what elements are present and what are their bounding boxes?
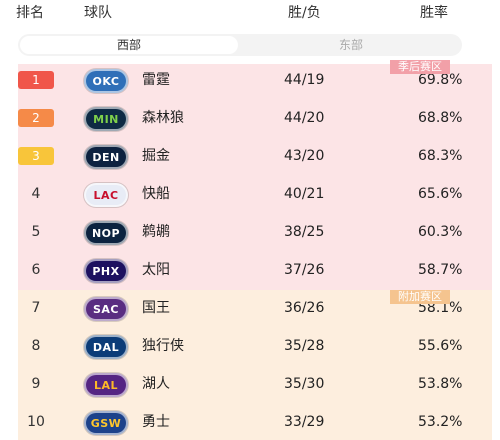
team-logo-icon: DAL (84, 335, 128, 359)
win-percentage: 53.8% (418, 376, 463, 392)
win-pct-column-header: 胜率 (420, 5, 448, 21)
table-row[interactable]: 4 LAC 快船 40/21 65.6% (0, 176, 500, 214)
tab-east[interactable]: 东部 (242, 36, 460, 54)
win-loss-record: 37/26 (284, 262, 325, 278)
rank-number: 7 (31, 300, 41, 316)
win-loss-column-header: 胜/负 (288, 5, 321, 21)
team-name[interactable]: 雷霆 (142, 71, 170, 89)
team-name[interactable]: 勇士 (142, 413, 170, 431)
rank-number: 9 (31, 376, 41, 392)
team-column-header: 球队 (84, 5, 112, 21)
team-name[interactable]: 太阳 (142, 261, 170, 279)
team-logo-icon: LAL (84, 373, 128, 397)
team-logo-icon: OKC (84, 69, 128, 93)
playoff-zone-badge: 季后赛区 (390, 60, 450, 74)
conference-tabs: 西部 东部 (18, 34, 462, 56)
win-loss-record: 44/19 (284, 72, 325, 88)
tab-west[interactable]: 西部 (20, 36, 238, 54)
team-logo-icon: PHX (84, 259, 128, 283)
win-loss-record: 35/30 (284, 376, 325, 392)
team-logo-icon: NOP (84, 221, 128, 245)
win-percentage: 58.7% (418, 262, 463, 278)
team-name[interactable]: 森林狼 (142, 109, 184, 127)
rank-column-header: 排名 (16, 5, 44, 21)
rank-number: 6 (31, 262, 41, 278)
team-name[interactable]: 国王 (142, 299, 170, 317)
team-name[interactable]: 独行侠 (142, 337, 184, 355)
team-logo-icon: SAC (84, 297, 128, 321)
win-loss-record: 40/21 (284, 186, 325, 202)
rank-number: 10 (27, 414, 45, 430)
table-row[interactable]: 2 MIN 森林狼 44/20 68.8% (0, 100, 500, 138)
table-header: 排名 球队 胜/负 胜率 (0, 0, 500, 22)
win-loss-record: 35/28 (284, 338, 325, 354)
table-row[interactable]: 10 GSW 勇士 33/29 53.2% (0, 404, 500, 440)
win-percentage: 53.2% (418, 414, 463, 430)
win-loss-record: 43/20 (284, 148, 325, 164)
win-loss-record: 36/26 (284, 300, 325, 316)
table-row[interactable]: 5 NOP 鹈鹕 38/25 60.3% (0, 214, 500, 252)
team-logo-icon: LAC (84, 183, 128, 207)
win-percentage: 68.8% (418, 110, 463, 126)
win-percentage: 60.3% (418, 224, 463, 240)
table-row[interactable]: 8 DAL 独行侠 35/28 55.6% (0, 328, 500, 366)
team-logo-icon: DEN (84, 145, 128, 169)
team-logo-icon: MIN (84, 107, 128, 131)
table-row[interactable]: 3 DEN 掘金 43/20 68.3% (0, 138, 500, 176)
rank-number: 5 (31, 224, 41, 240)
table-row[interactable]: 6 PHX 太阳 37/26 58.7% (0, 252, 500, 290)
win-percentage: 68.3% (418, 148, 463, 164)
rank-number: 4 (31, 186, 41, 202)
team-logo-icon: GSW (84, 411, 128, 435)
win-loss-record: 38/25 (284, 224, 325, 240)
win-loss-record: 33/29 (284, 414, 325, 430)
team-name[interactable]: 掘金 (142, 147, 170, 165)
win-percentage: 55.6% (418, 338, 463, 354)
rank-badge: 3 (18, 147, 54, 165)
win-loss-record: 44/20 (284, 110, 325, 126)
rank-badge: 1 (18, 71, 54, 89)
win-percentage: 65.6% (418, 186, 463, 202)
rank-number: 8 (31, 338, 41, 354)
team-name[interactable]: 鹈鹕 (142, 223, 170, 241)
table-row[interactable]: 9 LAL 湖人 35/30 53.8% (0, 366, 500, 404)
team-name[interactable]: 湖人 (142, 375, 170, 393)
play-in-zone-badge: 附加赛区 (390, 290, 450, 304)
rank-badge: 2 (18, 109, 54, 127)
team-name[interactable]: 快船 (142, 185, 170, 203)
